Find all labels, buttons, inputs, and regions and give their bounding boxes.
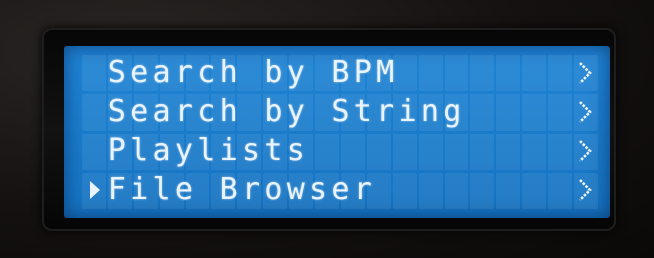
menu-item-label: Search by String [107, 94, 466, 129]
chevron-right-icon [572, 133, 598, 169]
menu-item-file-browser[interactable]: File Browser [82, 172, 598, 208]
menu-item-search-by-string[interactable]: Search by String [82, 94, 598, 130]
menu-item-playlists[interactable]: Playlists [82, 133, 598, 169]
cursor-slot [82, 55, 108, 91]
menu-item-label: File Browser [107, 172, 377, 207]
menu-item-label: Search by BPM [107, 55, 399, 90]
menu-item-search-by-bpm[interactable]: Search by BPM [82, 55, 598, 91]
chevron-right-icon [572, 94, 598, 130]
cursor-slot [82, 133, 108, 169]
triangle-right-icon [82, 172, 108, 208]
lcd-screen: Search by BPM Search by String Playlists [64, 46, 610, 218]
chevron-right-icon [572, 55, 598, 91]
cursor-slot [82, 94, 108, 130]
menu-item-label: Playlists [107, 133, 310, 168]
device-housing: Search by BPM Search by String Playlists [0, 0, 654, 258]
menu-list: Search by BPM Search by String Playlists [82, 55, 598, 209]
chevron-right-icon [572, 172, 598, 208]
